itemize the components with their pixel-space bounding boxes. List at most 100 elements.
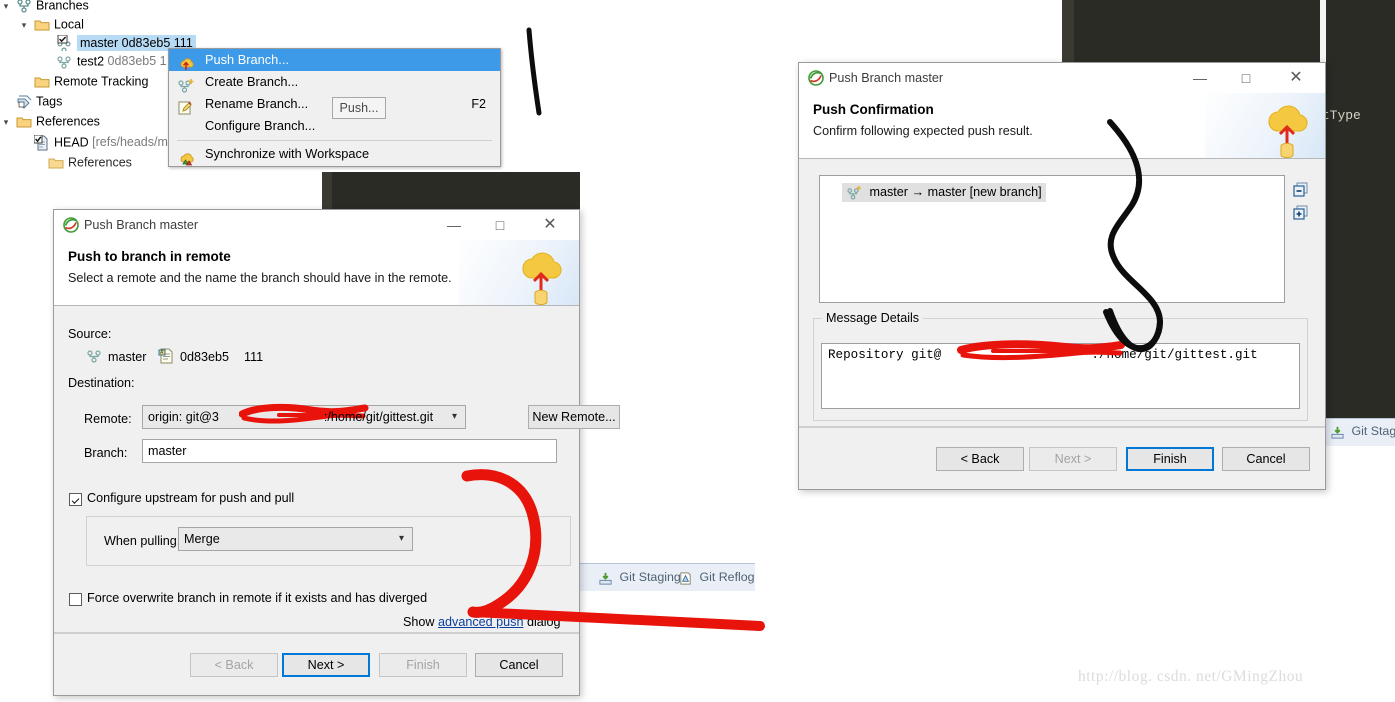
push-result-list[interactable]: master → master [new branch] <box>819 175 1285 303</box>
tree-label: References <box>67 155 132 170</box>
dialog-header: Push Confirmation Confirm following expe… <box>799 93 1325 159</box>
chevron-down-icon[interactable]: ▾ <box>0 0 12 15</box>
expand-all-icon[interactable] <box>1293 205 1309 221</box>
tree-item-tags[interactable]: Tags <box>0 92 62 110</box>
dialog-titlebar[interactable]: Push Branch master — □ ✕ <box>54 210 579 240</box>
tree-label: HEAD <box>53 135 93 150</box>
message-prefix: Repository git@ <box>828 348 942 362</box>
dialog-footer: < Back Next > Finish Cancel <box>799 427 1325 489</box>
menu-separator <box>177 140 492 141</box>
menu-item-push-branch[interactable]: Push Branch... <box>169 49 500 71</box>
rename-branch-icon <box>177 96 195 115</box>
dialog-footer: < Back Next > Finish Cancel <box>54 633 579 695</box>
dialog-body: Source: master A 0d83eb5 111 Destination… <box>54 307 620 633</box>
configure-upstream-checkbox[interactable] <box>69 493 82 506</box>
back-button[interactable]: < Back <box>936 447 1024 471</box>
chevron-down-icon[interactable]: ▾ <box>18 16 30 34</box>
force-overwrite-label: Force overwrite branch in remote if it e… <box>87 591 428 605</box>
branch-icon <box>56 53 73 71</box>
header-subtitle: Select a remote and the name the branch … <box>68 271 452 285</box>
menu-item-label: Create Branch... <box>205 74 299 89</box>
tree-item-branches[interactable]: ▾ Branches <box>0 0 89 14</box>
maximize-button[interactable]: □ <box>1225 63 1267 93</box>
push-confirmation-dialog[interactable]: Push Branch master — □ ✕ Push Confirmati… <box>798 62 1326 490</box>
dialog-titlebar[interactable]: Push Branch master — □ ✕ <box>799 63 1325 93</box>
create-branch-icon <box>177 74 195 93</box>
watermark: http://blog. csdn. net/GMingZhou <box>1078 668 1304 685</box>
advanced-push-link[interactable]: advanced push <box>438 615 523 629</box>
close-button[interactable]: ✕ <box>1275 63 1317 93</box>
finish-button[interactable]: Finish <box>1126 447 1214 471</box>
force-overwrite-checkbox[interactable] <box>69 593 82 606</box>
source-branch-icon <box>86 348 102 364</box>
menu-item-create-branch[interactable]: Create Branch... <box>169 71 500 93</box>
view-area-right <box>1320 420 1395 702</box>
header-subtitle: Confirm following expected push result. <box>813 124 1033 138</box>
minimize-button[interactable]: — <box>433 210 475 240</box>
source-label: Source: <box>68 327 112 341</box>
tree-item-local[interactable]: ▾ Local <box>18 15 84 33</box>
tree-item-references[interactable]: ▾ References <box>0 112 100 130</box>
tree-label: Tags <box>35 94 63 109</box>
menu-item-synchronize-with-workspace[interactable]: Synchronize with Workspace <box>169 143 500 166</box>
git-staging-icon <box>598 566 613 590</box>
tree-label-suffix: [refs/heads/m <box>92 135 168 149</box>
tree-label: Local <box>53 17 84 32</box>
menu-item-label: Rename Branch... <box>205 96 309 111</box>
tab-label: Git Reflog <box>699 570 755 584</box>
chevron-down-icon[interactable]: ▾ <box>0 113 12 131</box>
configure-upstream-label: Configure upstream for push and pull <box>87 491 295 505</box>
tree-label: test2 <box>76 54 108 69</box>
sync-icon <box>177 146 195 166</box>
source-branch-name: master <box>108 350 147 364</box>
advanced-suffix: dialog <box>523 615 561 629</box>
tags-icon <box>15 93 32 111</box>
remote-value: origin: git@3:/home/git/gittest.git <box>148 410 434 424</box>
collapse-all-icon[interactable] <box>1293 182 1309 198</box>
tree-item-test2[interactable]: test2 0d83eb5 1 <box>41 52 167 70</box>
tree-label: Remote Tracking <box>53 74 149 89</box>
tab-git-reflog[interactable]: Git Reflog <box>678 565 755 589</box>
maximize-button[interactable]: □ <box>479 210 521 240</box>
menu-item-label: Push Branch... <box>205 52 289 67</box>
header-title: Push Confirmation <box>813 102 934 117</box>
ink-stroke-vertical <box>526 27 542 116</box>
menu-item-shortcut: F2 <box>471 97 486 111</box>
dialog-title-text: Push Branch master <box>829 71 944 85</box>
tree-label: Branches <box>35 0 89 13</box>
new-remote-button[interactable]: New Remote... <box>528 405 620 429</box>
tab-git-staging-right[interactable]: Git Stagi <box>1330 419 1395 443</box>
tree-item-references-2[interactable]: References <box>32 153 132 171</box>
dialog-body: master → master [new branch] Message Det… <box>799 160 1325 474</box>
back-button[interactable]: < Back <box>190 653 278 677</box>
when-pulling-combo[interactable]: Merge ▾ <box>178 527 413 551</box>
menu-item-label: Configure Branch... <box>205 118 316 133</box>
branch-new-icon <box>846 183 861 202</box>
tab-git-staging[interactable]: Git Staging <box>598 565 681 589</box>
branch-input[interactable]: master <box>142 439 557 463</box>
tree-label-suffix: 0d83eb5 1 <box>107 54 167 68</box>
dialog-title-text: Push Branch master <box>84 218 199 232</box>
close-button[interactable]: ✕ <box>529 210 571 240</box>
list-item[interactable]: master → master [new branch] <box>842 183 1046 202</box>
next-button[interactable]: Next > <box>1029 447 1117 471</box>
tree-item-remote-tracking[interactable]: Remote Tracking <box>18 72 148 90</box>
egit-icon <box>808 70 824 86</box>
push-branch-dialog[interactable]: Push Branch master — □ ✕ Push to branch … <box>53 209 620 696</box>
egit-icon <box>63 217 79 233</box>
cancel-button[interactable]: Cancel <box>1222 447 1310 471</box>
tree-label: References <box>35 114 100 129</box>
folder-icon <box>33 73 50 91</box>
redaction-scribble <box>957 340 1125 361</box>
finish-button[interactable]: Finish <box>379 653 467 677</box>
tree-item-head[interactable]: HEAD [refs/heads/m <box>18 133 168 151</box>
minimize-button[interactable]: — <box>1179 63 1221 93</box>
chevron-down-icon[interactable]: ▾ <box>452 406 457 428</box>
chevron-down-icon[interactable]: ▾ <box>399 528 404 550</box>
cancel-button[interactable]: Cancel <box>475 653 563 677</box>
branch-label: Branch: <box>84 446 128 460</box>
branches-icon <box>15 0 32 15</box>
next-button[interactable]: Next > <box>282 653 370 677</box>
commit-icon: A <box>158 348 174 364</box>
push-to-cloud-icon <box>513 248 569 305</box>
